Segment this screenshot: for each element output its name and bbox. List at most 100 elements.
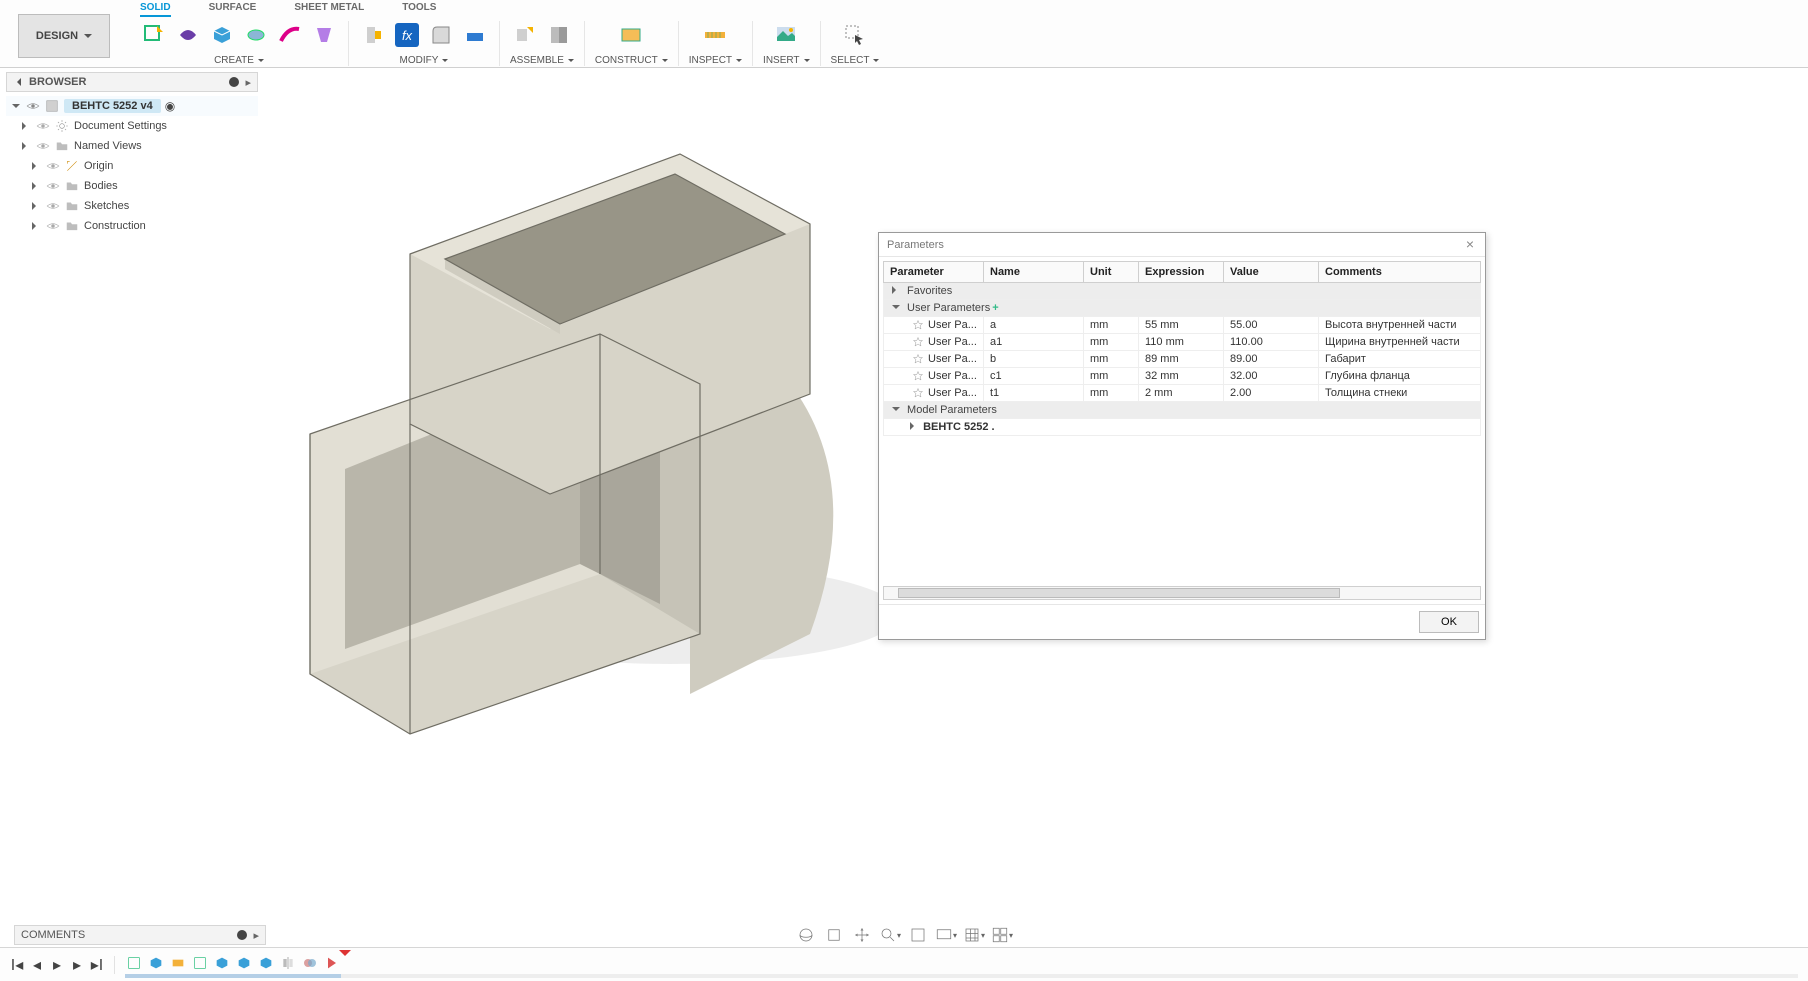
- param-comment[interactable]: Толщина стнеки: [1319, 385, 1481, 402]
- orbit-icon[interactable]: [795, 925, 817, 945]
- browser-options-icon[interactable]: [229, 77, 239, 87]
- feature-extrude4-icon[interactable]: [257, 954, 275, 972]
- new-sketch-icon[interactable]: [140, 21, 168, 49]
- col-comments[interactable]: Comments: [1319, 262, 1481, 283]
- active-component-icon[interactable]: ◉: [165, 99, 175, 113]
- expand-icon[interactable]: [30, 162, 42, 170]
- param-row[interactable]: User Pa...t1mm2 mm2.00Толщина стнеки: [884, 385, 1481, 402]
- param-name[interactable]: t1: [984, 385, 1084, 402]
- tree-node[interactable]: Construction: [6, 216, 258, 236]
- comments-expand-icon[interactable]: ▸: [253, 929, 259, 942]
- param-name[interactable]: c1: [984, 368, 1084, 385]
- param-comment[interactable]: Габарит: [1319, 351, 1481, 368]
- col-unit[interactable]: Unit: [1084, 262, 1139, 283]
- dialog-scrollbar[interactable]: [883, 586, 1481, 600]
- param-unit[interactable]: mm: [1084, 385, 1139, 402]
- visibility-icon[interactable]: [46, 159, 60, 173]
- comments-panel[interactable]: COMMENTS ▸: [14, 925, 266, 945]
- fx-parameters-icon[interactable]: fx: [393, 21, 421, 49]
- feature-sketch-icon[interactable]: [125, 954, 143, 972]
- tab-surface[interactable]: SURFACE: [209, 2, 257, 17]
- tree-root[interactable]: ВЕНТС 5252 v4 ◉: [6, 96, 258, 116]
- measure-icon[interactable]: [701, 21, 729, 49]
- param-expression[interactable]: 55 mm: [1139, 317, 1224, 334]
- tree-node[interactable]: Sketches: [6, 196, 258, 216]
- timeline-end-icon[interactable]: ▸I: [88, 956, 106, 974]
- visibility-icon[interactable]: [36, 139, 50, 153]
- new-component-icon[interactable]: [511, 21, 539, 49]
- timeline-step-fwd-icon[interactable]: ▸: [68, 956, 86, 974]
- browser-header[interactable]: BROWSER ▸: [6, 72, 258, 92]
- pan-icon[interactable]: [851, 925, 873, 945]
- fillet-icon[interactable]: [427, 21, 455, 49]
- param-comment[interactable]: Высота внутренней части: [1319, 317, 1481, 334]
- construct-plane-icon[interactable]: [617, 21, 645, 49]
- favorite-star-icon[interactable]: [912, 319, 924, 331]
- param-name[interactable]: a: [984, 317, 1084, 334]
- insert-canvas-icon[interactable]: [772, 21, 800, 49]
- add-parameter-icon[interactable]: +: [992, 302, 998, 314]
- col-parameter[interactable]: Parameter: [884, 262, 984, 283]
- param-name[interactable]: b: [984, 351, 1084, 368]
- param-row[interactable]: User Pa...c1mm32 mm32.00Глубина фланца: [884, 368, 1481, 385]
- workspace-dropdown[interactable]: DESIGN: [18, 14, 110, 58]
- param-row[interactable]: User Pa...amm55 mm55.00Высота внутренней…: [884, 317, 1481, 334]
- comments-options-icon[interactable]: [237, 930, 247, 940]
- browser-pin-icon[interactable]: ▸: [245, 76, 251, 89]
- timeline-start-icon[interactable]: I◂: [8, 956, 26, 974]
- dialog-titlebar[interactable]: Parameters ×: [879, 233, 1485, 257]
- expand-icon[interactable]: [30, 222, 42, 230]
- model-param-component[interactable]: ВЕНТС 5252 .: [884, 419, 1481, 436]
- param-expression[interactable]: 2 mm: [1139, 385, 1224, 402]
- feature-plane-icon[interactable]: [169, 954, 187, 972]
- tab-tools[interactable]: TOOLS: [402, 2, 436, 17]
- param-row[interactable]: User Pa...bmm89 mm89.00Габарит: [884, 351, 1481, 368]
- look-at-icon[interactable]: [823, 925, 845, 945]
- param-row[interactable]: User Pa...a1mm110 mm110.00Щирина внутрен…: [884, 334, 1481, 351]
- create-form-icon[interactable]: [174, 21, 202, 49]
- ok-button[interactable]: OK: [1419, 611, 1479, 633]
- viewport-settings-icon[interactable]: ▾: [991, 925, 1013, 945]
- visibility-icon[interactable]: [36, 119, 50, 133]
- feature-sketch2-icon[interactable]: [191, 954, 209, 972]
- feature-extrude3-icon[interactable]: [235, 954, 253, 972]
- select-icon[interactable]: [841, 21, 869, 49]
- loft-icon[interactable]: [310, 21, 338, 49]
- timeline-step-back-icon[interactable]: ◂: [28, 956, 46, 974]
- param-unit[interactable]: mm: [1084, 317, 1139, 334]
- param-expression[interactable]: 110 mm: [1139, 334, 1224, 351]
- param-unit[interactable]: mm: [1084, 334, 1139, 351]
- tree-node[interactable]: Bodies: [6, 176, 258, 196]
- feature-extrude2-icon[interactable]: [213, 954, 231, 972]
- expand-icon[interactable]: [30, 182, 42, 190]
- tree-node[interactable]: Named Views: [6, 136, 258, 156]
- param-group[interactable]: User Parameters+: [884, 300, 1481, 317]
- param-comment[interactable]: Щирина внутренней части: [1319, 334, 1481, 351]
- favorite-star-icon[interactable]: [912, 336, 924, 348]
- param-name[interactable]: a1: [984, 334, 1084, 351]
- param-group[interactable]: Favorites: [884, 283, 1481, 300]
- visibility-icon[interactable]: [46, 219, 60, 233]
- sweep-icon[interactable]: [276, 21, 304, 49]
- visibility-icon[interactable]: [46, 179, 60, 193]
- extrude-icon[interactable]: [208, 21, 236, 49]
- favorite-star-icon[interactable]: [912, 387, 924, 399]
- visibility-icon[interactable]: [26, 99, 40, 113]
- display-settings-icon[interactable]: ▾: [935, 925, 957, 945]
- press-pull-icon[interactable]: [359, 21, 387, 49]
- close-icon[interactable]: ×: [1463, 238, 1477, 252]
- zoom-icon[interactable]: ▾: [879, 925, 901, 945]
- timeline-play-icon[interactable]: ▸: [48, 956, 66, 974]
- col-expression[interactable]: Expression: [1139, 262, 1224, 283]
- feature-combine-icon[interactable]: [301, 954, 319, 972]
- favorite-star-icon[interactable]: [912, 353, 924, 365]
- shell-icon[interactable]: [461, 21, 489, 49]
- browser-collapse-icon[interactable]: [13, 78, 21, 86]
- fit-icon[interactable]: [907, 925, 929, 945]
- timeline-track[interactable]: [115, 950, 1808, 980]
- param-group[interactable]: Model Parameters: [884, 402, 1481, 419]
- expand-icon[interactable]: [30, 202, 42, 210]
- timeline-marker[interactable]: [339, 950, 351, 958]
- param-comment[interactable]: Глубина фланца: [1319, 368, 1481, 385]
- expand-icon[interactable]: [20, 122, 32, 130]
